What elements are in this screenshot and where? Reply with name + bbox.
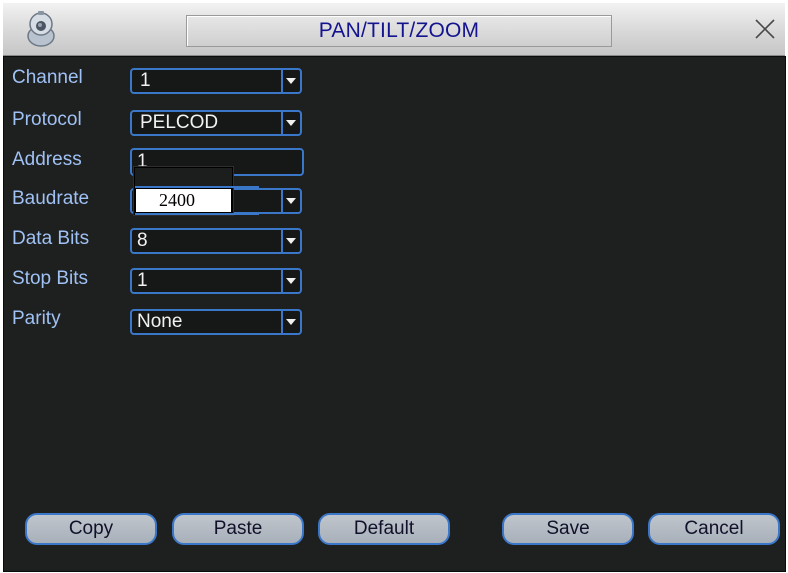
parity-value: None: [137, 311, 183, 332]
title-plate: PAN/TILT/ZOOM: [186, 15, 612, 47]
stop-bits-value: 1: [137, 270, 148, 291]
protocol-label: Protocol: [12, 109, 82, 130]
channel-value: 1: [140, 70, 151, 91]
baudrate-value: 2400: [159, 190, 195, 210]
settings-panel: Channel 1 Protocol PELCOD Address 1 Baud…: [3, 56, 786, 572]
chevron-down-icon[interactable]: [281, 70, 300, 92]
data-bits-value: 8: [137, 230, 148, 251]
data-bits-label: Data Bits: [12, 228, 90, 249]
parity-select[interactable]: None: [130, 309, 302, 335]
protocol-select[interactable]: PELCOD: [130, 110, 302, 136]
paste-button[interactable]: Paste: [172, 513, 304, 545]
default-button[interactable]: Default: [318, 513, 450, 545]
copy-button[interactable]: Copy: [25, 513, 157, 545]
page-title: PAN/TILT/ZOOM: [318, 19, 480, 42]
channel-select[interactable]: 1: [130, 68, 302, 94]
stop-bits-select[interactable]: 1: [130, 268, 302, 294]
popup-border-line: [135, 213, 259, 215]
stop-bits-label: Stop Bits: [12, 268, 89, 289]
close-icon: [755, 19, 775, 39]
ptz-dialog: PAN/TILT/ZOOM Channel 1 Protocol PELCOD …: [0, 0, 788, 573]
baudrate-label: Baudrate: [12, 188, 90, 209]
cancel-button[interactable]: Cancel: [648, 513, 780, 545]
title-bar: PAN/TILT/ZOOM: [3, 3, 785, 56]
chevron-down-icon[interactable]: [281, 270, 300, 292]
channel-label: Channel: [12, 67, 83, 88]
address-label: Address: [12, 149, 82, 170]
chevron-down-icon[interactable]: [281, 311, 300, 333]
parity-label: Parity: [12, 308, 61, 329]
chevron-down-icon[interactable]: [281, 112, 300, 134]
data-bits-select[interactable]: 8: [130, 228, 302, 254]
protocol-value: PELCOD: [140, 112, 219, 133]
baudrate-dropdown-popup[interactable]: 2400: [134, 167, 259, 215]
chevron-down-icon[interactable]: [281, 190, 300, 212]
baudrate-option-selected[interactable]: 2400: [135, 188, 232, 213]
save-button[interactable]: Save: [502, 513, 634, 545]
ptz-camera-icon: [21, 9, 61, 49]
close-button[interactable]: [752, 16, 778, 42]
chevron-down-icon[interactable]: [281, 230, 300, 252]
